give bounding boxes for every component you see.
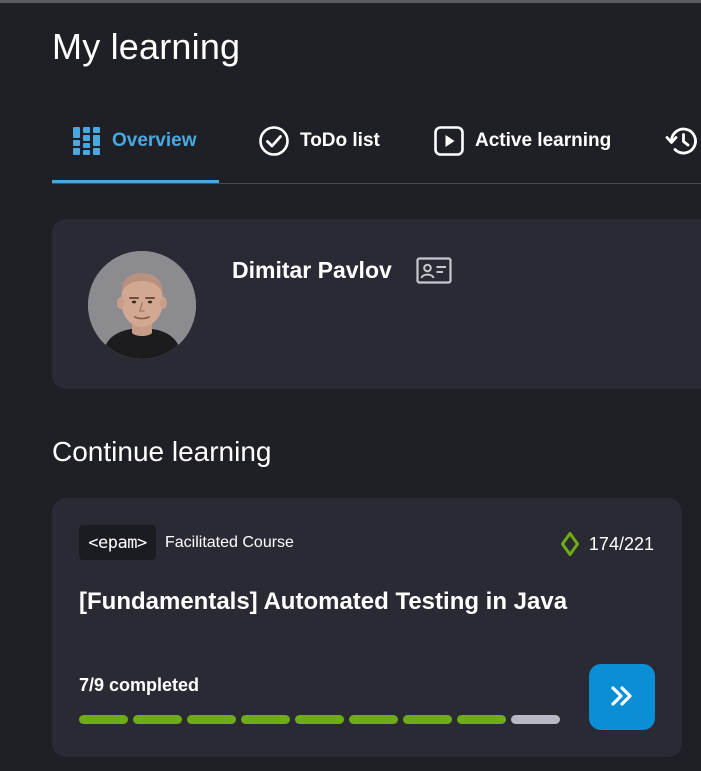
tab-todo-list[interactable]: ToDo list [258, 100, 380, 182]
points-value: 174/221 [588, 533, 654, 554]
tab-active-learning[interactable]: Active learning [433, 100, 611, 182]
tab-active-learning-label: Active learning [475, 130, 612, 151]
continue-learning-heading: Continue learning [52, 436, 272, 467]
profile-name: Dimitar Pavlov [232, 257, 392, 283]
course-type: Facilitated Course [165, 534, 294, 551]
tab-overview-label: Overview [112, 130, 197, 151]
tab-todo-list-label: ToDo list [300, 130, 380, 151]
continue-course-button[interactable] [589, 664, 655, 730]
tab-overview[interactable]: Overview [72, 100, 197, 182]
tab-bar: Overview ToDo list Active learning [52, 100, 701, 184]
course-card[interactable]: <epam> Facilitated Course 174/221 [Funda… [52, 498, 682, 757]
avatar[interactable] [88, 251, 196, 359]
active-tab-indicator [52, 180, 219, 183]
progress-segment [133, 715, 182, 724]
progress-segment [241, 715, 290, 724]
history-icon [664, 124, 700, 158]
provider-logo: <epam> [79, 525, 156, 560]
id-card-icon[interactable] [416, 257, 452, 290]
top-divider [0, 0, 701, 3]
check-circle-icon [258, 125, 290, 157]
progress-text: 7/9 completed [79, 675, 200, 695]
progress-segment [187, 715, 236, 724]
progress-segment [457, 715, 506, 724]
progress-segment [349, 715, 398, 724]
double-chevron-right-icon [609, 685, 635, 710]
page-title: My learning [52, 26, 241, 67]
gem-icon [560, 532, 579, 556]
progress-segment [79, 715, 128, 724]
points-indicator: 174/221 [560, 532, 654, 556]
progress-segment [295, 715, 344, 724]
progress-segment [511, 715, 560, 724]
profile-card: Dimitar Pavlov [52, 219, 701, 389]
progress-segments [79, 715, 560, 724]
tab-history[interactable] [664, 100, 701, 182]
grid-icon [72, 126, 102, 156]
play-icon [433, 125, 465, 157]
progress-segment [403, 715, 452, 724]
course-title[interactable]: [Fundamentals] Automated Testing in Java [79, 588, 567, 616]
